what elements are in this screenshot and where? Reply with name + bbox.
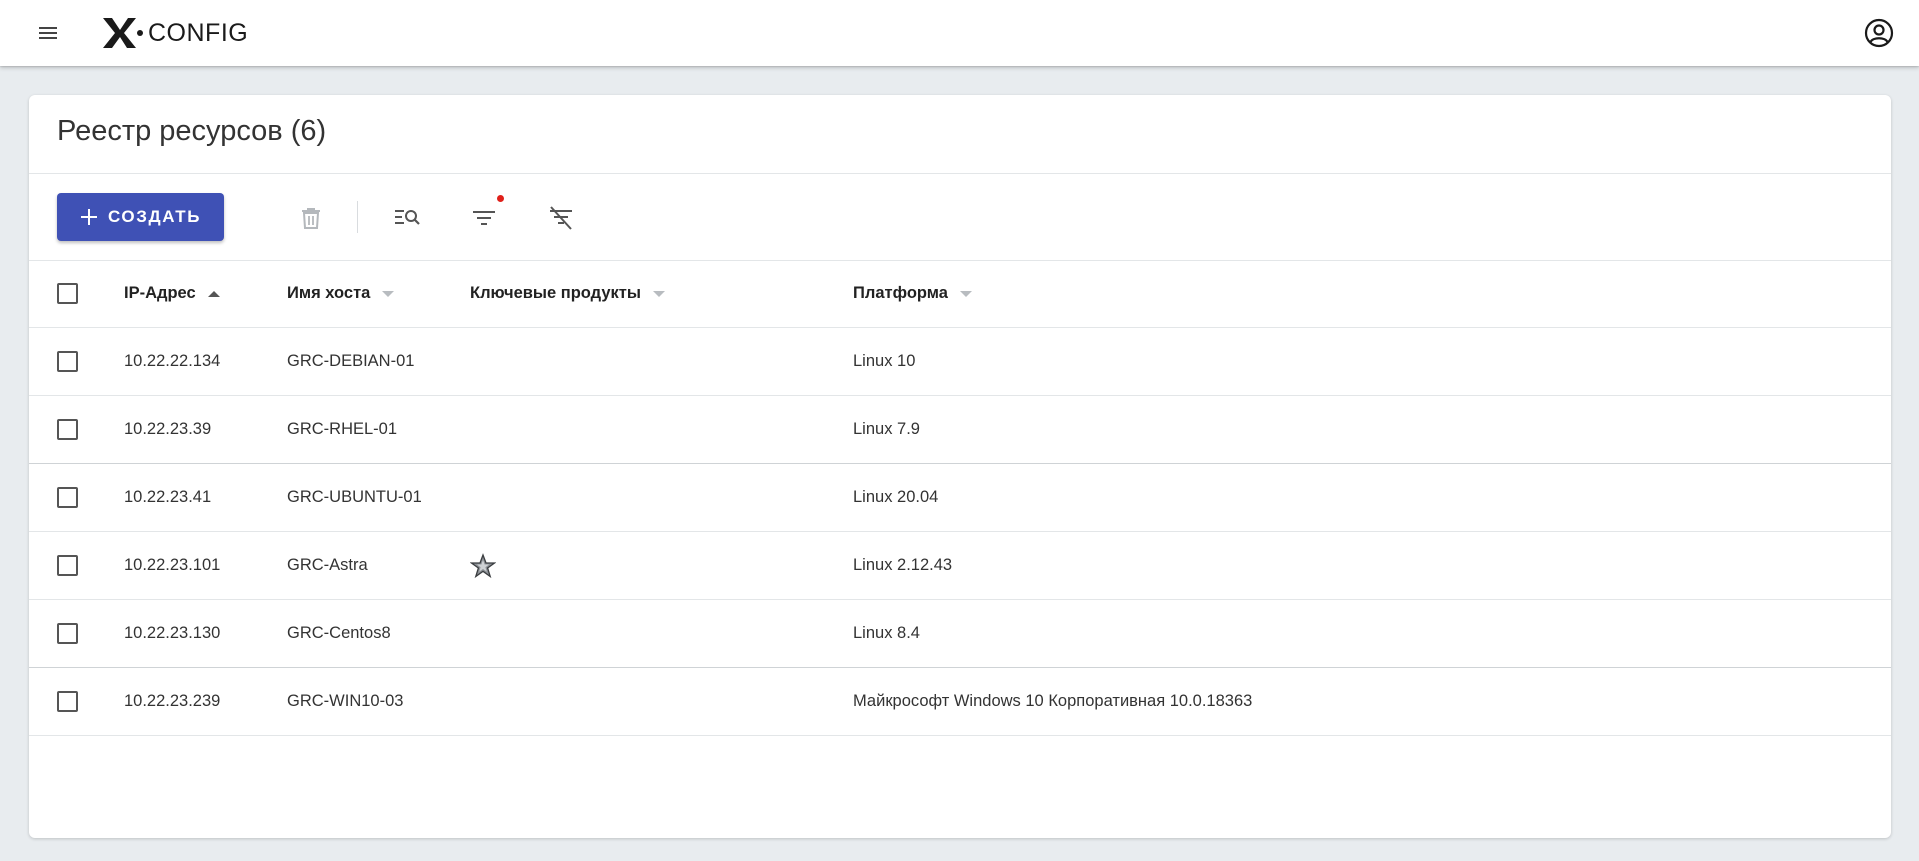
row-select-cell [57,600,83,667]
filter-icon[interactable] [467,201,501,235]
toolbar-separator [357,201,358,233]
column-header-platform-label: Платформа [853,284,948,302]
table-row[interactable]: 10.22.23.41 GRC-UBUNTU-01 Linux 20.04 [29,464,1891,532]
row-select-cell [57,668,83,735]
row-select-cell [57,532,83,599]
x-logo-icon [103,18,143,48]
plus-icon [80,209,97,225]
row-checkbox[interactable] [57,623,78,644]
row-checkbox[interactable] [57,419,78,440]
sort-ascending-icon [207,290,220,297]
host-cell: GRC-UBUNTU-01 [287,488,422,506]
host-cell: GRC-RHEL-01 [287,420,398,438]
products-cell [470,532,496,599]
host-cell: GRC-Astra [287,556,368,574]
table-row[interactable]: 10.22.23.101 GRC-Astra Linux 2.12.43 [29,532,1891,600]
platform-cell: Linux 2.12.43 [853,556,953,574]
host-cell: GRC-Centos8 [287,624,391,642]
table-row[interactable]: 10.22.23.239 GRC-WIN10-03 Майкрософт Win… [29,668,1891,736]
host-cell: GRC-DEBIAN-01 [287,352,415,370]
table-row[interactable]: 10.22.22.134 GRC-DEBIAN-01 Linux 10 [29,328,1891,396]
delete-icon[interactable] [294,201,328,235]
account-circle-icon[interactable] [1861,15,1897,51]
brand-word: CONFIG [148,18,249,47]
ip-cell: 10.22.23.41 [124,488,212,506]
column-header-products[interactable]: Ключевые продукты [470,260,665,327]
row-select-cell [57,328,83,395]
sort-inactive-icon [959,290,972,297]
app-logo[interactable]: CONFIG [100,16,248,50]
row-select-cell [57,396,83,463]
app-bar: CONFIG [0,0,1919,66]
table-row[interactable]: 10.22.23.39 GRC-RHEL-01 Linux 7.9 [29,396,1891,464]
ip-cell: 10.22.23.130 [124,624,221,642]
title-divider [29,173,1891,174]
sort-inactive-icon [652,290,665,297]
row-checkbox[interactable] [57,351,78,372]
platform-cell: Майкрософт Windows 10 Корпоративная 10.0… [853,692,1253,710]
resources-table: IP-Адрес Имя хоста Ключевые продукты Пла… [29,260,1891,736]
host-cell: GRC-WIN10-03 [287,692,404,710]
select-all-checkbox[interactable] [57,283,78,304]
toolbar: СОЗДАТЬ [57,193,1857,243]
resource-registry-card: Реестр ресурсов (6) СОЗДАТЬ IP-Адрес Имя… [29,95,1891,838]
create-button-label: СОЗДАТЬ [107,207,202,226]
clear-filter-icon[interactable] [544,201,578,235]
ip-cell: 10.22.23.101 [124,556,221,574]
platform-cell: Linux 7.9 [853,420,920,438]
select-all-cell [57,260,83,327]
column-header-host-label: Имя хоста [287,284,371,302]
table-row[interactable]: 10.22.23.130 GRC-Centos8 Linux 8.4 [29,600,1891,668]
filter-active-badge [497,195,504,202]
search-list-icon[interactable] [390,201,424,235]
column-header-platform[interactable]: Платформа [853,260,972,327]
platform-cell: Linux 10 [853,352,916,370]
astra-star-icon [470,552,496,578]
hamburger-menu-icon[interactable] [30,15,66,51]
column-header-ip-label: IP-Адрес [124,284,196,302]
page-title: Реестр ресурсов (6) [57,115,327,147]
row-checkbox[interactable] [57,555,78,576]
row-checkbox[interactable] [57,487,78,508]
create-button[interactable]: СОЗДАТЬ [57,193,224,241]
ip-cell: 10.22.22.134 [124,352,221,370]
table-header-row: IP-Адрес Имя хоста Ключевые продукты Пла… [29,260,1891,328]
column-header-products-label: Ключевые продукты [470,284,641,302]
sort-inactive-icon [382,290,395,297]
row-select-cell [57,464,83,531]
platform-cell: Linux 8.4 [853,624,920,642]
ip-cell: 10.22.23.39 [124,420,212,438]
platform-cell: Linux 20.04 [853,488,939,506]
row-checkbox[interactable] [57,691,78,712]
column-header-ip[interactable]: IP-Адрес [124,260,220,327]
ip-cell: 10.22.23.239 [124,692,221,710]
column-header-host[interactable]: Имя хоста [287,260,395,327]
